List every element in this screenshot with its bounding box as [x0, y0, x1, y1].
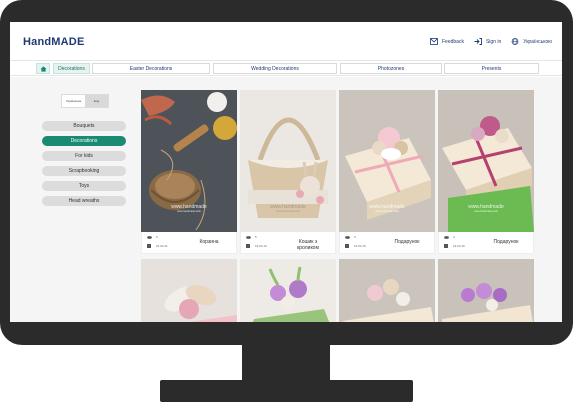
card-title[interactable]: Подарунок	[487, 239, 525, 245]
eye-icon	[444, 236, 449, 239]
eye-icon	[147, 236, 152, 239]
tab-wedding-decorations[interactable]: Wedding Decorations	[213, 63, 337, 74]
view-count: 0	[354, 235, 356, 239]
product-photo[interactable]: www.handmade www.handmade.work	[141, 90, 237, 232]
tab-photozones[interactable]: Photozones	[340, 63, 442, 74]
watermark: www.handmade www.handmade.work	[171, 204, 207, 213]
calendar-icon	[147, 244, 151, 248]
feedback-link[interactable]: Feedback	[430, 38, 464, 45]
watermark: www.handmade www.handmade.work	[270, 204, 306, 213]
globe-icon	[511, 38, 519, 45]
calendar-icon	[444, 244, 448, 248]
card-title[interactable]: Кошик з кроликом	[289, 239, 327, 251]
product-photo[interactable]: www.handmade www.handmade.work	[240, 90, 336, 232]
tab-decorations[interactable]: Decorations	[53, 63, 90, 74]
card-title[interactable]: Корзина	[190, 239, 228, 245]
card-date: 19.03.19	[255, 244, 267, 248]
filter-decorations[interactable]: Decorations	[42, 136, 126, 146]
flower-decor-illustration	[240, 259, 336, 322]
language-label: Українською	[523, 38, 552, 45]
product-card[interactable]: www.handmade www.handmade.work 0 19.03.19…	[339, 90, 435, 254]
sign-in-icon	[474, 38, 482, 45]
card-meta: 0 19.03.19 Подарунок	[339, 232, 435, 254]
card-title[interactable]: Подарунок	[388, 239, 426, 245]
card-meta: 5 19.03.19 Кошик з кроликом	[240, 232, 336, 254]
view-count: 5	[255, 235, 257, 239]
monitor-frame: HandMADE Feedback Sign in Українською De…	[0, 0, 573, 345]
card-date: 24.02.21	[156, 244, 168, 248]
view-count: 4	[453, 235, 455, 239]
product-photo[interactable]	[438, 259, 534, 322]
filter-for-kids[interactable]: For kids	[42, 151, 126, 161]
site-logo[interactable]: HandMADE	[23, 36, 85, 48]
product-card[interactable]: www.handmade www.handmade.work 5 19.03.19…	[240, 90, 336, 254]
sign-in-link[interactable]: Sign in	[474, 38, 501, 45]
card-date: 19.03.19	[354, 244, 366, 248]
eye-icon	[246, 236, 251, 239]
calendar-icon	[246, 244, 250, 248]
flower-decor-illustration	[339, 259, 435, 322]
product-photo[interactable]: www.handmade www.handmade.work	[339, 90, 435, 232]
toggle-option-english[interactable]: Eng	[85, 95, 108, 107]
product-photo[interactable]	[240, 259, 336, 322]
tab-easter-decorations[interactable]: Easter Decorations	[92, 63, 210, 74]
monitor-stand-base	[160, 380, 413, 402]
sign-in-label: Sign in	[485, 38, 502, 45]
card-meta: 6 24.02.21 Корзина	[141, 232, 237, 254]
screen: HandMADE Feedback Sign in Українською De…	[10, 22, 562, 322]
mail-icon	[430, 38, 438, 45]
toggle-option-ukrainian[interactable]: Українська	[62, 95, 85, 107]
product-photo[interactable]	[141, 259, 237, 322]
card-meta: 4 19.03.19 Подарунок	[438, 232, 534, 254]
product-photo[interactable]	[339, 259, 435, 322]
home-button[interactable]	[36, 63, 50, 74]
flower-decor-illustration	[141, 259, 237, 322]
filter-head-wreaths[interactable]: Head wreaths	[42, 196, 126, 206]
monitor-stand-neck	[242, 345, 330, 381]
filter-toys[interactable]: Toys	[42, 181, 126, 191]
main-content: Українська Eng Bouquets Decorations For …	[10, 77, 562, 322]
product-card[interactable]: www.handmade www.handmade.work 6 24.02.21…	[141, 90, 237, 254]
filter-bouquets[interactable]: Bouquets	[42, 121, 126, 131]
eye-icon	[345, 236, 350, 239]
card-date: 19.03.19	[453, 244, 465, 248]
header-links: Feedback Sign in Українською	[430, 38, 552, 45]
view-count: 6	[156, 235, 158, 239]
site-header: HandMADE Feedback Sign in Українською	[10, 22, 562, 60]
category-nav: Decorations Easter Decorations Wedding D…	[10, 60, 562, 76]
language-link[interactable]: Українською	[511, 38, 552, 45]
tab-presents[interactable]: Presents	[444, 63, 539, 74]
watermark: www.handmade www.handmade.work	[369, 204, 405, 213]
product-card[interactable]: www.handmade www.handmade.work 4 19.03.19…	[438, 90, 534, 254]
calendar-icon	[345, 244, 349, 248]
watermark: www.handmade www.handmade.work	[468, 204, 504, 213]
home-icon	[40, 65, 46, 72]
language-toggle[interactable]: Українська Eng	[61, 94, 109, 108]
product-photo[interactable]: www.handmade www.handmade.work	[438, 90, 534, 232]
flower-decor-illustration	[438, 259, 534, 322]
feedback-label: Feedback	[442, 38, 464, 45]
filter-scrapbooking[interactable]: Scrapbooking	[42, 166, 126, 176]
